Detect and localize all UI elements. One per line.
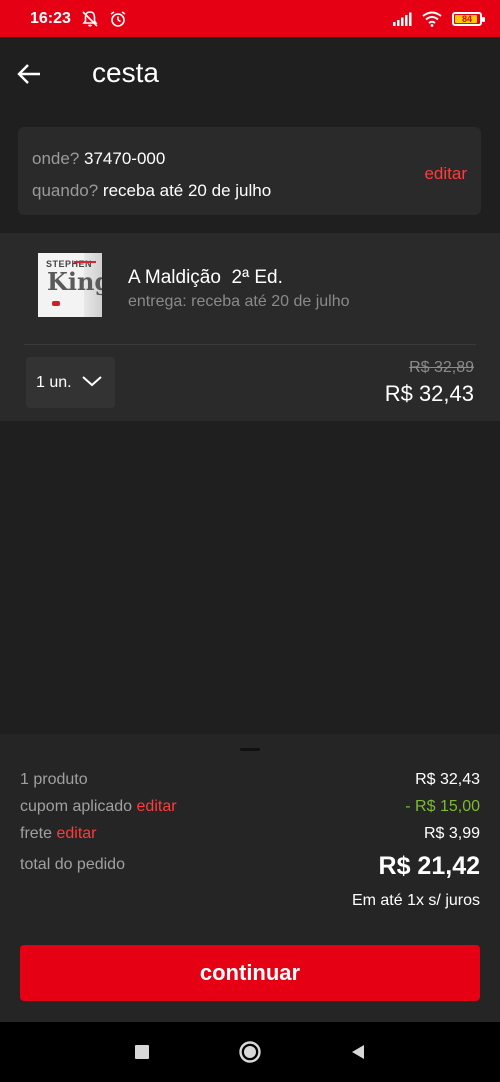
divider <box>24 344 476 345</box>
installments-text: Em até 1x s/ juros <box>351 892 480 909</box>
summary-products-row: 1 produto R$ 32,43 <box>20 771 480 789</box>
back-nav-button[interactable] <box>343 1037 373 1067</box>
page-title: cesta <box>92 57 159 88</box>
summary-coupon-row: cupom aplicado editar - R$ 15,00 <box>20 798 480 816</box>
old-price: R$ 32,89 <box>409 359 474 376</box>
delivery-where: onde? 37470-000 <box>32 149 165 169</box>
order-summary: 1 produto R$ 32,43 cupom aplicado editar… <box>0 734 500 1022</box>
triangle-back-icon <box>352 1045 364 1059</box>
bell-off-icon <box>81 10 99 28</box>
coupon-label: cupom aplicado <box>20 798 133 815</box>
when-label: quando? <box>32 181 99 200</box>
arrow-left-icon <box>17 64 40 84</box>
cover-author-last: King <box>47 267 102 296</box>
signal-icon <box>392 12 412 26</box>
square-recents-icon <box>135 1045 149 1059</box>
total-value: R$ 21,42 <box>378 852 480 880</box>
status-time: 16:23 <box>30 9 71 27</box>
cart-item: STEPHEN King A Maldição 2ª Ed. entrega: … <box>0 233 500 421</box>
total-label: total do pedido <box>20 856 125 873</box>
delivery-info-card: onde? 37470-000 quando? receba até 20 de… <box>18 127 481 215</box>
continue-button[interactable]: continuar <box>20 945 480 1001</box>
book-cover-image: STEPHEN King <box>38 253 102 317</box>
header: cesta <box>0 37 500 111</box>
status-bar: 16:23 84 <box>0 0 500 37</box>
edit-delivery-link[interactable]: editar <box>424 164 467 184</box>
chevron-down-icon <box>82 376 102 387</box>
summary-total-row: total do pedido R$ 21,42 <box>20 852 480 881</box>
system-nav-bar <box>0 1022 500 1082</box>
quantity-select[interactable]: 1 un. <box>26 357 115 408</box>
home-button[interactable] <box>235 1037 265 1067</box>
products-label: 1 produto <box>20 771 88 788</box>
quantity-value: 1 un. <box>36 373 72 391</box>
where-value: 37470-000 <box>84 149 166 168</box>
shipping-value: R$ 3,99 <box>423 825 480 842</box>
battery-level: 84 <box>461 13 472 24</box>
item-delivery: entrega: receba até 20 de julho <box>128 293 350 310</box>
item-price: R$ 32,43 <box>384 381 474 406</box>
edit-shipping-link[interactable]: editar <box>56 825 96 842</box>
circle-home-icon <box>239 1041 261 1063</box>
item-title: A Maldição 2ª Ed. <box>128 267 283 288</box>
products-value: R$ 32,43 <box>415 771 480 788</box>
recents-button[interactable] <box>127 1037 157 1067</box>
summary-shipping-row: frete editar R$ 3,99 <box>20 825 480 843</box>
where-label: onde? <box>32 149 80 168</box>
edit-coupon-link[interactable]: editar <box>137 798 177 815</box>
back-button[interactable] <box>14 59 44 89</box>
wifi-icon <box>422 11 442 27</box>
shipping-label: frete <box>20 825 53 842</box>
alarm-icon <box>109 10 127 28</box>
when-value: receba até 20 de julho <box>102 181 272 200</box>
drag-handle[interactable] <box>240 748 260 751</box>
coupon-value: - R$ 15,00 <box>405 798 480 815</box>
delivery-when: quando? receba até 20 de julho <box>32 181 271 201</box>
battery-icon: 84 <box>452 11 485 26</box>
